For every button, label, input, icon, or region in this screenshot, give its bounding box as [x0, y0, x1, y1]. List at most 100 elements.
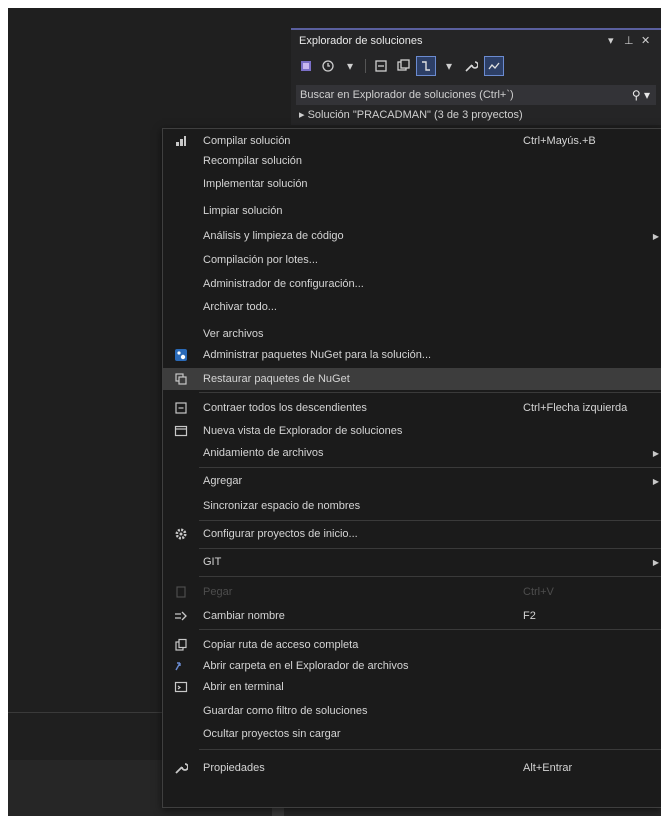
copy-path-icon [167, 638, 195, 652]
menu-item-label: Análisis y limpieza de código [203, 230, 344, 242]
menu-item-recompilar-solucion[interactable]: Recompilar solución [163, 150, 661, 172]
paste-icon [167, 585, 195, 599]
menu-item-ver-archivos[interactable]: Ver archivos [163, 323, 661, 345]
menu-item-label: Compilar solución [203, 135, 291, 147]
menu-item-archivar-todo[interactable]: Archivar todo... [163, 296, 661, 318]
menu-item-anidamiento-archivos[interactable]: Anidamiento de archivos ▶ [163, 442, 661, 464]
menu-separator [199, 392, 661, 393]
menu-separator [199, 576, 661, 577]
menu-item-pegar: Pegar Ctrl+V [163, 581, 661, 603]
menu-item-label: Configurar proyectos de inicio... [203, 528, 358, 540]
solution-tree-node[interactable]: ▸ Solución "PRACADMAN" (3 de 3 proyectos… [299, 108, 523, 121]
menu-item-administrador-configuracion[interactable]: Administrador de configuración... [163, 273, 661, 295]
build-icon [167, 134, 195, 148]
menu-item-configurar-inicio[interactable]: Configurar proyectos de inicio... [163, 523, 661, 545]
menu-separator [199, 548, 661, 549]
menu-item-agregar[interactable]: Agregar ▶ [163, 470, 661, 492]
menu-item-analisis-limpieza[interactable]: Análisis y limpieza de código ▶ [163, 225, 661, 247]
panel-options-icon[interactable]: ▾ [608, 34, 614, 47]
search-input[interactable] [296, 89, 632, 101]
context-menu: Compilar solución Ctrl+Mayús.+B Recompil… [162, 128, 661, 808]
submenu-arrow-icon: ▶ [652, 231, 659, 241]
menu-item-label: Archivar todo... [203, 301, 277, 313]
preview-icon[interactable] [484, 56, 504, 76]
menu-item-label: Copiar ruta de acceso completa [203, 639, 359, 651]
terminal-icon [167, 680, 195, 694]
menu-item-label: Administrador de configuración... [203, 278, 364, 290]
nuget-icon [167, 348, 195, 362]
menu-item-implementar-solucion[interactable]: Implementar solución [163, 173, 661, 195]
menu-item-administrar-nuget[interactable]: Administrar paquetes NuGet para la soluc… [163, 344, 661, 366]
menu-item-label: Ver archivos [203, 328, 264, 340]
collapse-all-icon [167, 401, 195, 415]
show-all-icon[interactable] [416, 56, 436, 76]
menu-item-label: Ocultar proyectos sin cargar [203, 728, 341, 740]
menu-item-label: Anidamiento de archivos [203, 447, 324, 459]
solution-explorer-panel: Explorador de soluciones ▾ ⊥ ✕ ▾ ▾ ⚲ ▾ [291, 28, 661, 125]
menu-item-label: Propiedades [203, 762, 265, 774]
menu-item-label: Contraer todos los descendientes [203, 402, 367, 414]
properties-wrench-icon[interactable] [462, 57, 480, 75]
menu-item-label: Administrar paquetes NuGet para la soluc… [203, 349, 432, 361]
search-box[interactable]: ⚲ ▾ [296, 85, 656, 105]
gear-icon [167, 527, 195, 541]
submenu-arrow-icon: ▶ [652, 448, 659, 458]
menu-item-cambiar-nombre[interactable]: Cambiar nombre F2 [163, 605, 661, 627]
menu-item-label: Restaurar paquetes de NuGet [203, 373, 350, 385]
solution-explorer-toolbar: ▾ ▾ [297, 55, 504, 77]
menu-item-label: Recompilar solución [203, 155, 303, 167]
menu-separator [199, 520, 661, 521]
menu-item-compilar-solucion[interactable]: Compilar solución Ctrl+Mayús.+B [163, 130, 661, 152]
menu-item-shortcut: Ctrl+V [523, 586, 554, 598]
solution-explorer-title: Explorador de soluciones [299, 35, 423, 47]
menu-item-shortcut: F2 [523, 610, 536, 622]
switch-view-dropdown-icon[interactable]: ▾ [440, 57, 458, 75]
wrench-icon [167, 761, 195, 775]
menu-item-nueva-vista[interactable]: Nueva vista de Explorador de soluciones [163, 420, 661, 442]
menu-item-label: Pegar [203, 586, 233, 598]
menu-item-limpiar-solucion[interactable]: Limpiar solución [163, 200, 661, 222]
sync-icon[interactable] [372, 57, 390, 75]
vs-solution-icon[interactable] [297, 57, 315, 75]
menu-item-copiar-ruta[interactable]: Copiar ruta de acceso completa [163, 634, 661, 656]
menu-item-git[interactable]: GIT ▶ [163, 551, 661, 573]
menu-item-ocultar-proyectos[interactable]: Ocultar proyectos sin cargar [163, 723, 661, 745]
menu-item-label: Abrir en terminal [203, 681, 284, 693]
menu-item-label: Sincronizar espacio de nombres [203, 500, 361, 512]
menu-item-abrir-terminal[interactable]: Abrir en terminal [163, 676, 661, 698]
menu-item-label: Nueva vista de Explorador de soluciones [203, 425, 403, 437]
history-icon[interactable] [319, 57, 337, 75]
menu-item-contraer-descendientes[interactable]: Contraer todos los descendientes Ctrl+Fl… [163, 397, 661, 419]
menu-item-sincronizar-espacio[interactable]: Sincronizar espacio de nombres [163, 495, 661, 517]
menu-item-restaurar-nuget[interactable]: Restaurar paquetes de NuGet [163, 368, 661, 390]
toolbar-separator [365, 59, 366, 73]
menu-separator [199, 629, 661, 630]
open-folder-icon [167, 659, 195, 673]
menu-item-label: GIT [203, 556, 222, 568]
menu-item-label: Guardar como filtro de soluciones [203, 705, 368, 717]
menu-separator [199, 749, 661, 750]
menu-item-label: Limpiar solución [203, 205, 283, 217]
menu-item-label: Agregar [203, 475, 243, 487]
menu-item-shortcut: Alt+Entrar [523, 762, 573, 774]
close-icon[interactable]: ✕ [641, 34, 650, 47]
menu-item-guardar-filtro[interactable]: Guardar como filtro de soluciones [163, 700, 661, 722]
submenu-arrow-icon: ▶ [652, 557, 659, 567]
menu-separator [199, 467, 661, 468]
restore-packages-icon [167, 372, 195, 386]
rename-icon [167, 609, 195, 623]
dropdown-arrow-icon[interactable]: ▾ [341, 57, 359, 75]
menu-item-label: Implementar solución [203, 178, 308, 190]
submenu-arrow-icon: ▶ [652, 476, 659, 486]
menu-item-label: Abrir carpeta en el Explorador de archiv… [203, 660, 409, 672]
menu-item-shortcut: Ctrl+Flecha izquierda [523, 402, 628, 414]
new-view-icon [167, 424, 195, 438]
search-icon[interactable]: ⚲ ▾ [632, 88, 656, 102]
menu-item-propiedades[interactable]: Propiedades Alt+Entrar [163, 757, 661, 779]
menu-item-shortcut: Ctrl+Mayús.+B [523, 135, 596, 147]
menu-item-compilacion-lotes[interactable]: Compilación por lotes... [163, 249, 661, 271]
collapse-icon[interactable] [394, 57, 412, 75]
menu-item-label: Cambiar nombre [203, 610, 285, 622]
menu-item-abrir-carpeta[interactable]: Abrir carpeta en el Explorador de archiv… [163, 655, 661, 677]
pin-icon[interactable]: ⊥ [624, 34, 634, 47]
